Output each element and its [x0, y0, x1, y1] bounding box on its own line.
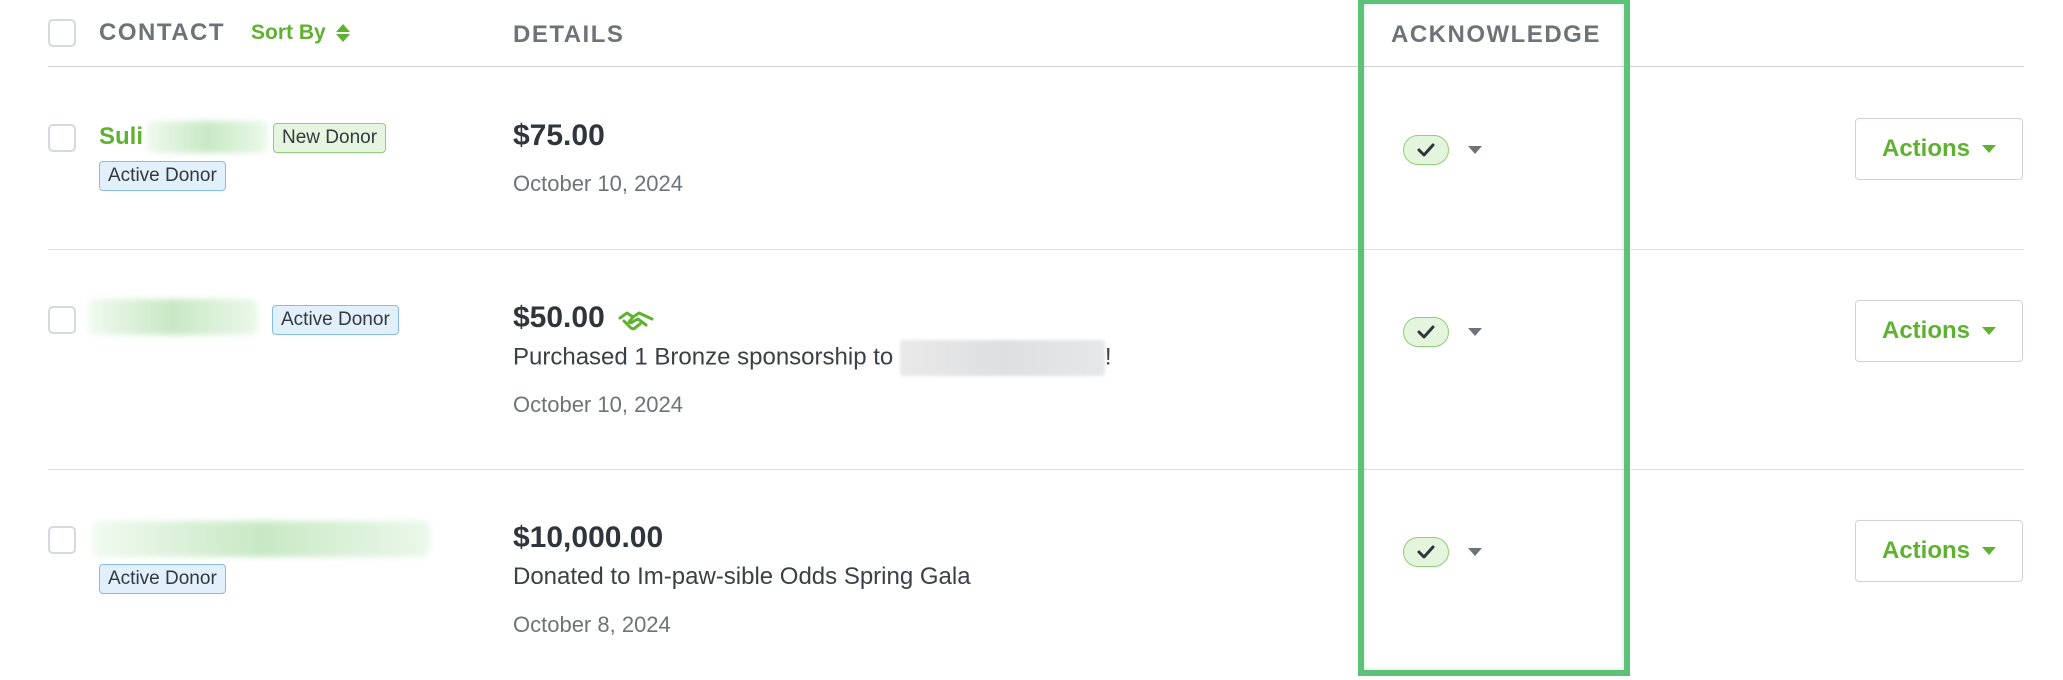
- sort-by-label: Sort By: [251, 21, 326, 44]
- donation-description: Purchased 1 Bronze sponsorship to !: [513, 340, 1112, 376]
- donation-date: October 10, 2024: [513, 171, 684, 196]
- chevron-down-icon: [1982, 547, 1996, 555]
- redacted-contact-name: [88, 299, 258, 335]
- sort-by-button[interactable]: Sort By: [251, 21, 350, 45]
- select-all-checkbox[interactable]: [48, 19, 76, 47]
- redacted-event-name: [899, 340, 1105, 376]
- checkmark-icon: [1417, 325, 1435, 339]
- donation-amount: $10,000.00: [513, 521, 664, 554]
- chevron-down-icon: [1982, 145, 1996, 153]
- acknowledge-column-header: ACKNOWLEDGE: [1391, 21, 1601, 48]
- contact-name-link[interactable]: Suli: [99, 123, 143, 151]
- donation-amount: $50.00: [513, 301, 605, 334]
- donation-date: October 8, 2024: [513, 612, 671, 637]
- acknowledge-toggle[interactable]: [1403, 537, 1449, 567]
- row-checkbox[interactable]: [48, 306, 76, 334]
- row-checkbox[interactable]: [48, 526, 76, 554]
- active-donor-badge: Active Donor: [99, 564, 226, 594]
- redacted-contact-name: [146, 121, 268, 153]
- chevron-down-icon[interactable]: [1468, 146, 1482, 154]
- contact-column-header: CONTACT: [99, 19, 226, 46]
- new-donor-badge: New Donor: [273, 123, 387, 153]
- chevron-down-icon[interactable]: [1468, 328, 1482, 336]
- donation-description: Donated to Im-paw-sible Odds Spring Gala: [513, 563, 971, 590]
- actions-label: Actions: [1881, 317, 1970, 344]
- checkmark-icon: [1417, 545, 1435, 559]
- redacted-contact-name: [92, 521, 430, 557]
- acknowledge-toggle[interactable]: [1403, 317, 1449, 347]
- acknowledge-toggle[interactable]: [1403, 135, 1449, 165]
- handshake-icon: [618, 311, 654, 331]
- donation-date: October 10, 2024: [513, 392, 684, 417]
- actions-label: Actions: [1881, 537, 1970, 564]
- header-divider: [48, 66, 2024, 67]
- actions-button[interactable]: Actions: [1855, 118, 2023, 180]
- chevron-down-icon: [1982, 327, 1996, 335]
- row-divider: [48, 469, 2024, 470]
- description-suffix: !: [1104, 343, 1112, 371]
- description-text: Purchased 1 Bronze sponsorship to: [513, 343, 894, 371]
- actions-button[interactable]: Actions: [1855, 520, 2023, 582]
- active-donor-badge: Active Donor: [272, 305, 399, 335]
- active-donor-badge: Active Donor: [99, 161, 226, 191]
- row-checkbox[interactable]: [48, 124, 76, 152]
- row-divider: [48, 249, 2024, 250]
- actions-button[interactable]: Actions: [1855, 300, 2023, 362]
- acknowledge-column-highlight: [1358, 0, 1630, 676]
- donation-amount: $75.00: [513, 119, 605, 152]
- chevron-down-icon[interactable]: [1468, 548, 1482, 556]
- details-column-header: DETAILS: [513, 21, 625, 48]
- actions-label: Actions: [1881, 135, 1970, 162]
- sort-arrows-icon: [335, 22, 350, 44]
- checkmark-icon: [1417, 143, 1435, 157]
